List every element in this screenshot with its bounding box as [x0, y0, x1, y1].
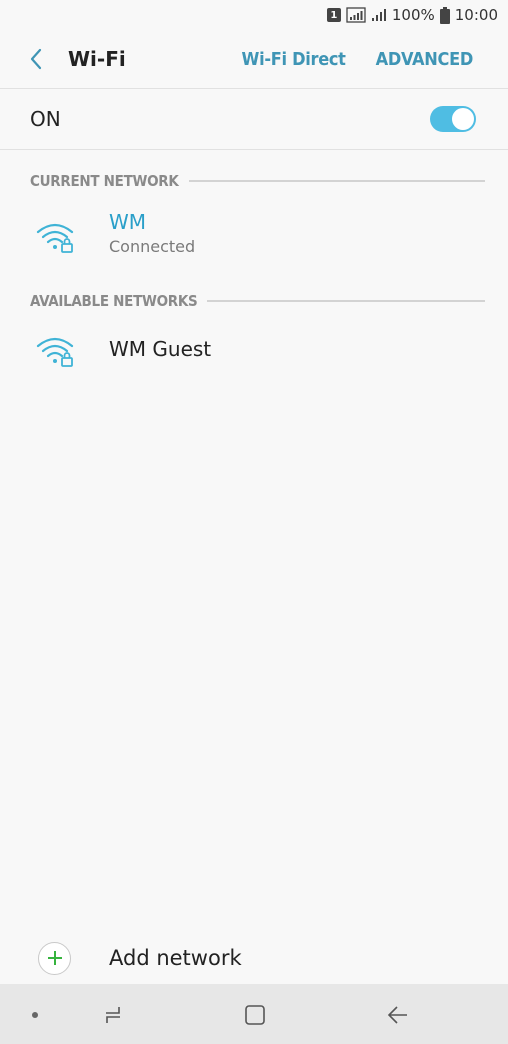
section-divider: [188, 180, 485, 182]
signal-strength-secondary-icon: [371, 8, 387, 22]
current-network-header: CURRENT NETWORK: [30, 170, 485, 192]
available-network-text: WM Guest: [109, 337, 211, 361]
clock: 10:00: [454, 6, 498, 24]
status-bar: 1 100% 10:00: [0, 0, 508, 30]
recents-icon[interactable]: [98, 1000, 128, 1030]
app-header: Wi-Fi Wi-Fi Direct ADVANCED: [0, 30, 508, 88]
available-networks-header: AVAILABLE NETWORKS: [30, 290, 485, 312]
wifi-lock-icon: [36, 337, 74, 367]
wifi-toggle-switch[interactable]: [430, 106, 476, 132]
current-network-status: Connected: [109, 237, 196, 256]
back-button[interactable]: [16, 39, 56, 79]
current-network-name: WM: [109, 210, 147, 234]
home-icon[interactable]: [240, 1000, 270, 1030]
navigation-bar: [0, 984, 508, 1044]
back-icon[interactable]: [383, 1000, 413, 1030]
wifi-toggle-row[interactable]: ON: [0, 90, 508, 148]
wifi-toggle-label: ON: [30, 107, 61, 131]
battery-icon: [439, 6, 450, 24]
available-network-name: WM Guest: [109, 337, 212, 361]
current-network-item[interactable]: WM Connected: [0, 204, 508, 270]
advanced-button[interactable]: ADVANCED: [376, 49, 474, 70]
battery-percent: 100%: [391, 6, 435, 24]
plus-icon: [38, 941, 71, 975]
signal-strength-icon: [346, 7, 366, 23]
chevron-left-icon: [30, 48, 42, 70]
available-networks-title: AVAILABLE NETWORKS: [30, 292, 198, 310]
toggle-divider: [0, 149, 508, 150]
page-title: Wi-Fi: [68, 47, 126, 71]
header-divider: [0, 88, 508, 89]
sim-badge: 1: [326, 8, 341, 22]
dot-icon[interactable]: [20, 1000, 50, 1030]
wifi-lock-icon: [36, 223, 74, 253]
section-divider: [207, 300, 485, 302]
available-network-item[interactable]: WM Guest: [0, 322, 508, 378]
add-network-label: Add network: [109, 946, 242, 970]
wifi-direct-button[interactable]: Wi-Fi Direct: [242, 49, 346, 70]
current-network-text: WM Connected: [109, 210, 195, 256]
header-actions: Wi-Fi Direct ADVANCED: [242, 49, 474, 70]
add-network-button[interactable]: Add network: [0, 936, 508, 980]
toggle-knob: [451, 107, 475, 131]
current-network-title: CURRENT NETWORK: [30, 172, 179, 190]
